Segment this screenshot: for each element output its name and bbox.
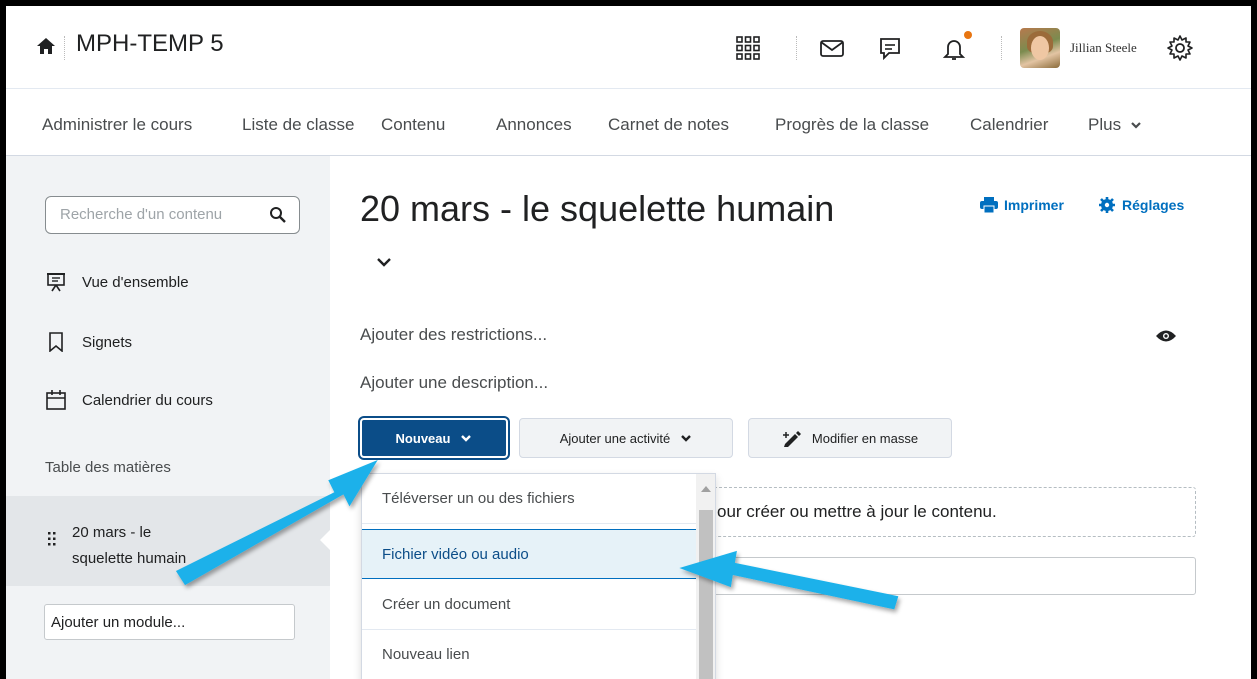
scrollbar-thumb[interactable] [699,510,713,679]
chevron-down-icon [1131,122,1141,129]
menu-item-video-audio[interactable]: Fichier vidéo ou audio [362,529,696,579]
nav-contenu[interactable]: Contenu [381,115,445,135]
selection-notch [320,526,334,554]
nav-administrer[interactable]: Administrer le cours [42,115,192,135]
drag-handle-icon[interactable] [48,532,56,546]
chevron-down-icon [681,435,692,442]
calendar-icon [46,390,66,410]
course-title[interactable]: MPH-TEMP 5 [76,30,224,58]
user-name[interactable]: Jillian Steele [1070,40,1137,56]
nav-calendrier[interactable]: Calendrier [970,115,1048,135]
scroll-up-icon[interactable] [701,486,711,492]
nav-liste-classe[interactable]: Liste de classe [242,115,354,135]
app-window: MPH-TEMP 5 Jillian Steele Administrer le… [6,6,1251,679]
home-icon[interactable] [36,36,56,56]
chevron-down-icon [461,435,472,442]
nav-plus[interactable]: Plus [1088,115,1142,135]
eye-icon[interactable] [1156,329,1176,343]
menu-scrollbar[interactable] [696,474,715,679]
gear-icon [1099,197,1115,213]
add-activity-label: Ajouter une activité [559,430,671,446]
course-navbar: Administrer le cours Liste de classe Con… [6,88,1251,156]
printer-icon [980,197,998,213]
bulk-edit-button[interactable]: Modifier en masse [748,418,952,458]
nav-carnet-notes[interactable]: Carnet de notes [608,115,729,135]
top-bar: MPH-TEMP 5 Jillian Steele [6,6,1251,88]
sidebar-item-label: Calendrier du cours [82,392,213,409]
new-button[interactable]: Nouveau [360,418,508,458]
menu-item-upload-files[interactable]: Téléverser un ou des fichiers [362,474,696,524]
bulk-edit-label: Modifier en masse [811,430,919,446]
gear-icon[interactable] [1166,34,1194,62]
search-input[interactable] [60,206,260,223]
toc-header: Table des matières [45,459,171,476]
chat-icon[interactable] [876,34,904,62]
sidebar-item-label: Vue d'ensemble [82,274,189,291]
notification-dot [964,31,972,39]
content-input-box[interactable] [696,557,1196,595]
avatar[interactable] [1020,28,1060,68]
pencil-icon [782,431,801,447]
print-label: Imprimer [1004,197,1064,213]
add-module-input[interactable]: Ajouter un module... [44,604,295,640]
bell-icon[interactable] [940,34,968,62]
content-sidebar: Vue d'ensemble Signets Calendrier du cou… [6,156,334,679]
settings-label: Réglages [1122,197,1185,213]
mail-icon[interactable] [818,34,846,62]
add-restrictions-link[interactable]: Ajouter des restrictions... [360,325,547,345]
nav-progres[interactable]: Progrès de la classe [775,115,929,135]
page-title: 20 mars - le squelette humain [360,188,835,229]
nav-plus-label: Plus [1088,115,1122,134]
toc-module-item[interactable]: 20 mars - le squelette humain [6,496,330,586]
new-button-label: Nouveau [395,430,451,446]
new-dropdown-menu: Téléverser un ou des fichiers Fichier vi… [361,473,716,679]
toc-module-label: 20 mars - le squelette humain [72,524,187,567]
presentation-icon [47,273,65,292]
search-field[interactable] [45,196,300,234]
waffle-icon[interactable] [734,34,762,62]
add-description-link[interactable]: Ajouter une description... [360,373,548,393]
chevron-down-icon[interactable] [376,256,392,268]
sidebar-item-label: Signets [82,334,133,351]
menu-item-create-document[interactable]: Créer un document [362,580,696,630]
search-icon[interactable] [269,206,287,224]
nav-annonces[interactable]: Annonces [496,115,572,135]
add-activity-button[interactable]: Ajouter une activité [519,418,733,458]
upload-dropzone[interactable]: our créer ou mettre à jour le contenu. [696,487,1196,537]
bookmark-icon [49,332,63,352]
menu-item-new-link[interactable]: Nouveau lien [362,630,696,679]
